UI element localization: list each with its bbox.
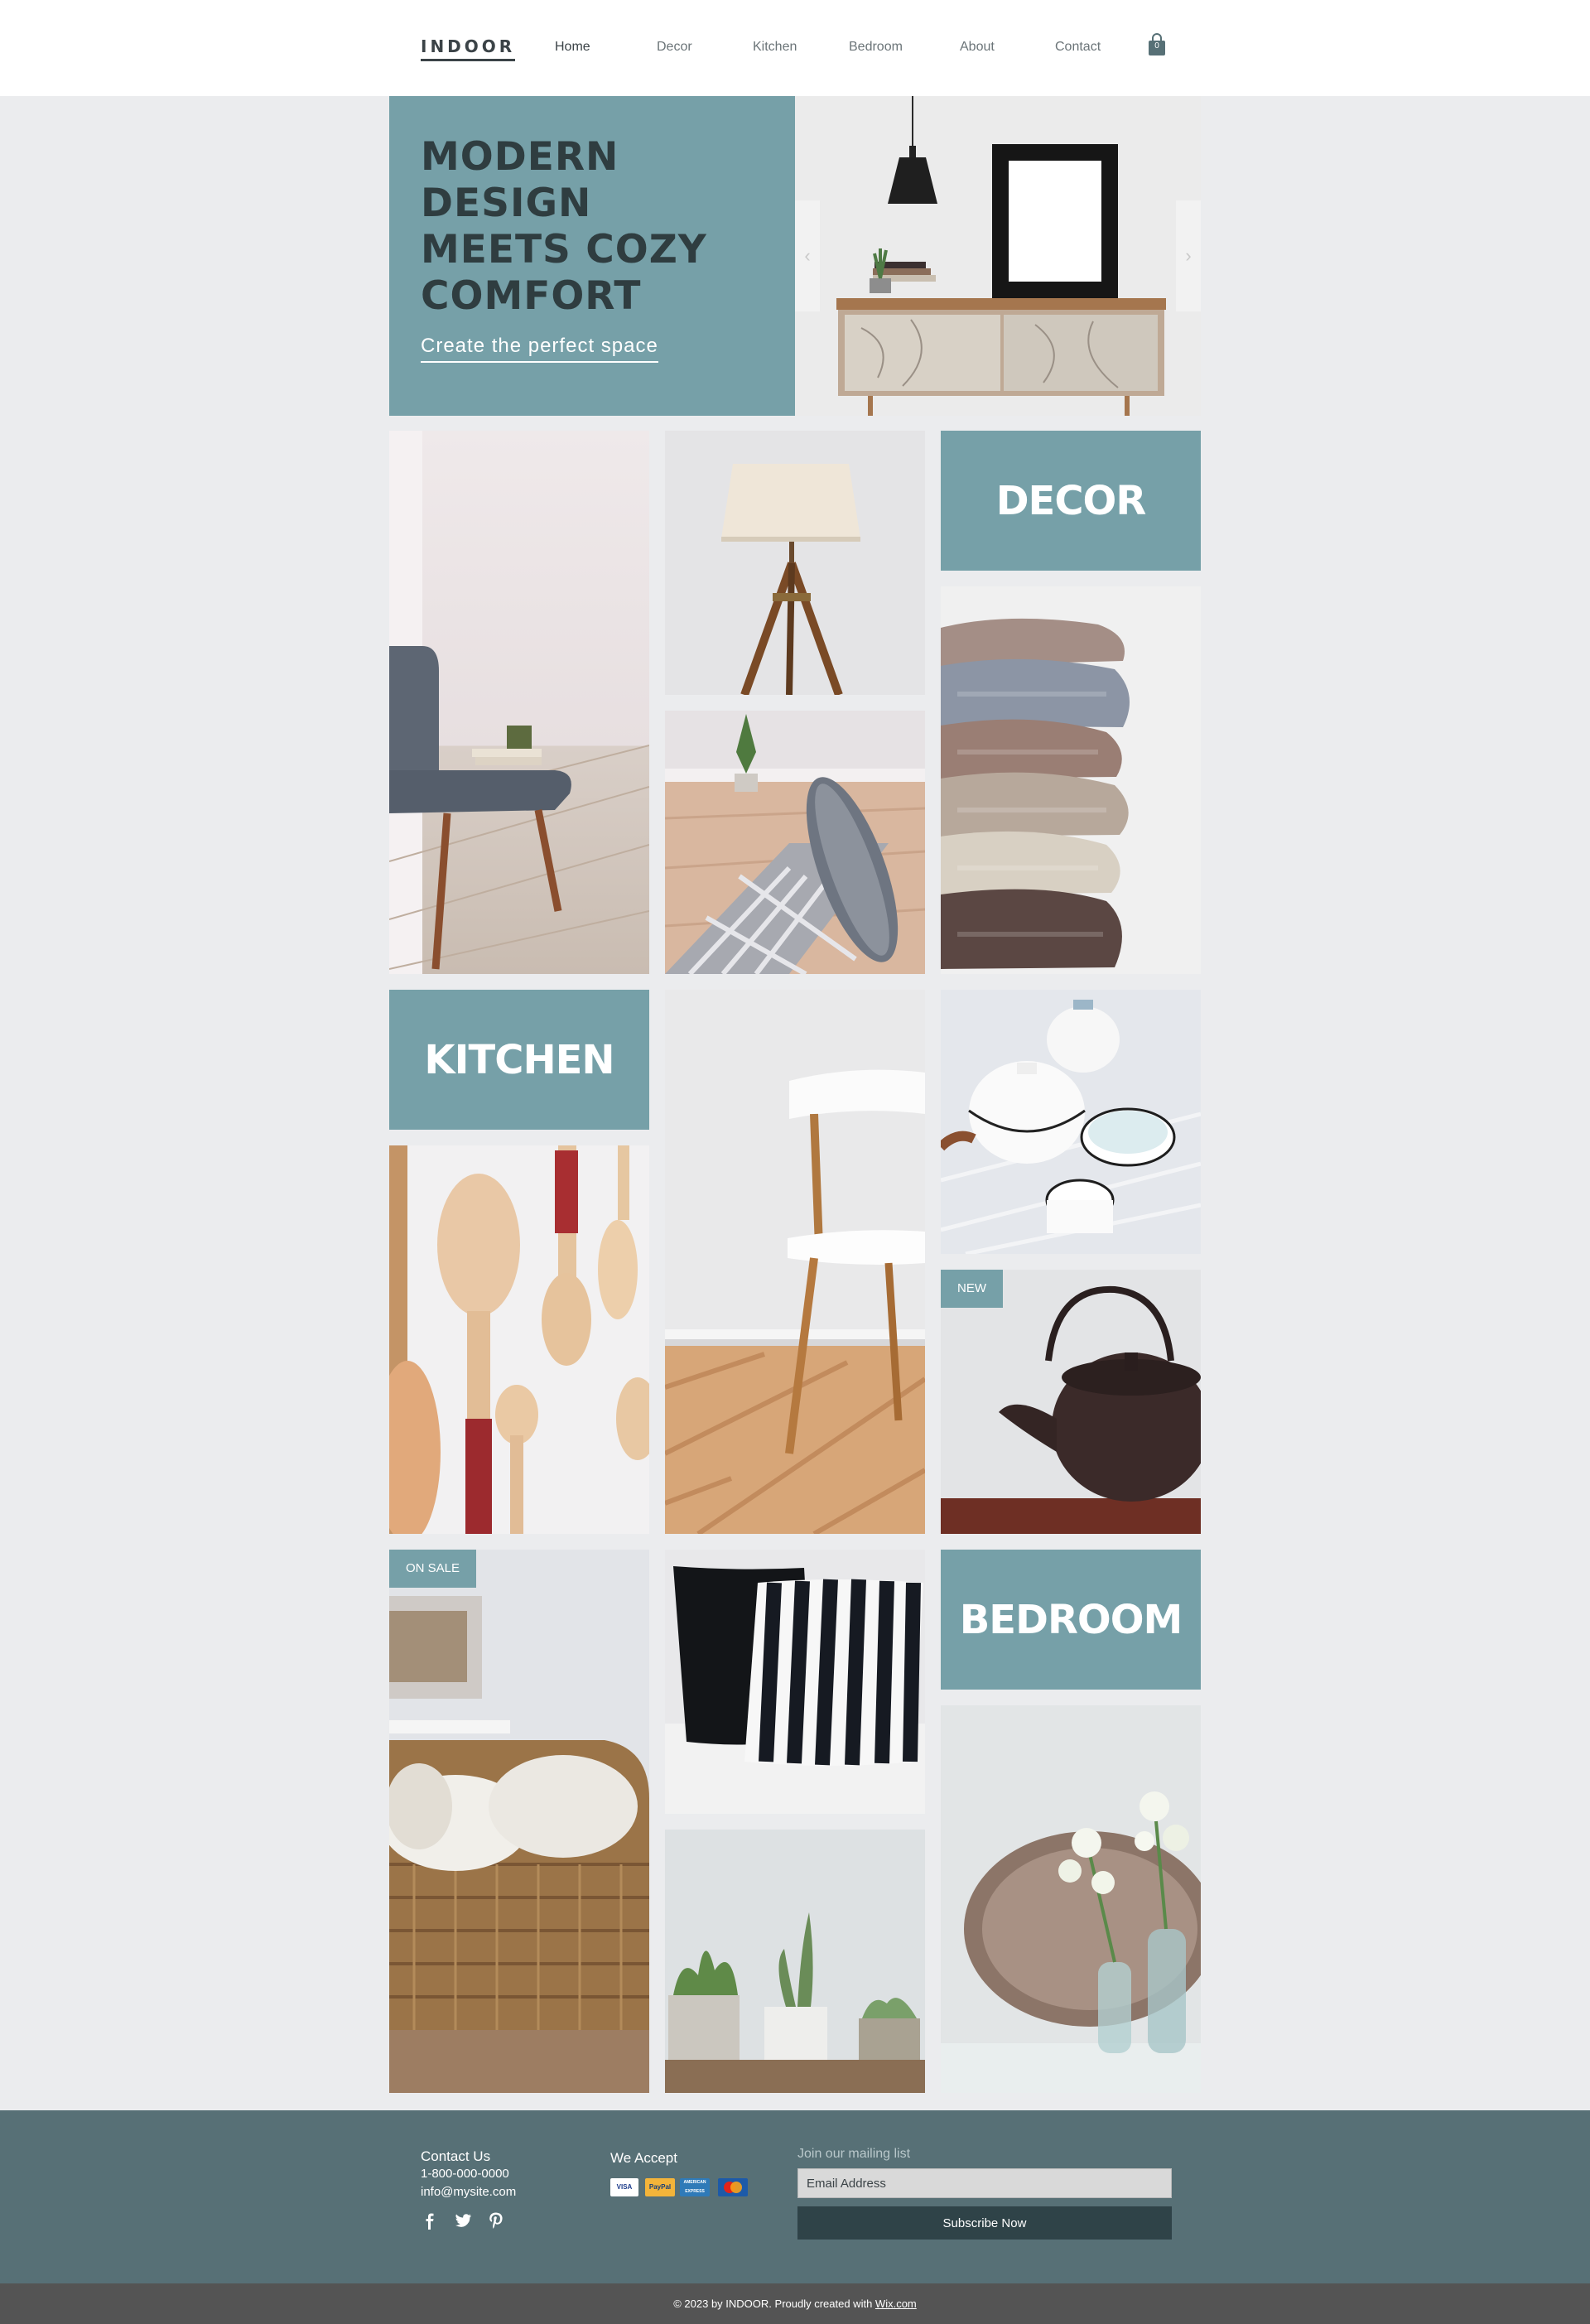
tile-succulents[interactable] [665,1830,925,2093]
slideshow-next-arrow[interactable]: › [1176,200,1201,311]
contact-email-link[interactable]: info@mysite.com [421,2185,516,2199]
subscribe-button[interactable]: Subscribe Now [797,2206,1172,2240]
tile-rolled-rug[interactable] [665,711,925,974]
tile-white-chair[interactable] [665,990,925,1534]
nav-about[interactable]: About [960,40,995,55]
hero-panel: MODERN DESIGN MEETS COZY COMFORT Create … [389,96,795,416]
site-header: INDOOR Home Decor Kitchen Bedroom About … [0,0,1590,96]
wicker-basket-image [389,1550,649,2093]
nav-decor[interactable]: Decor [657,40,692,55]
tile-grey-chair[interactable] [389,431,649,974]
mailing-list-label: Join our mailing list [797,2147,911,2161]
tile-knit-blankets[interactable] [941,586,1201,974]
badge-new: NEW [941,1270,1003,1308]
site-footer: Contact Us 1-800-000-0000 info@mysite.co… [0,2110,1590,2283]
flowers-tray-image [941,1705,1201,2093]
payments-heading: We Accept [610,2150,677,2166]
grey-chair-image [389,431,649,974]
hero-slideshow: ‹ › [795,96,1201,416]
enamel-teapots-image [941,990,1201,1254]
mastercard-icon [718,2178,748,2196]
cart-button[interactable]: 0 [1148,33,1166,56]
tile-wooden-spoons[interactable] [389,1145,649,1534]
nav-contact[interactable]: Contact [1055,40,1101,55]
slideshow-prev-arrow[interactable]: ‹ [795,200,820,311]
tile-wicker-basket[interactable]: ON SALE [389,1550,649,2093]
copyright-bar: © 2023 by INDOOR. Proudly created with W… [0,2283,1590,2324]
wix-link[interactable]: Wix.com [875,2297,917,2310]
amex-card-icon: AMERICAN EXPRESS [680,2178,710,2196]
hero-title: MODERN DESIGN MEETS COZY COMFORT [421,134,707,319]
category-decor-title: DECOR [995,477,1147,524]
category-kitchen-tile[interactable]: KITCHEN [389,990,649,1130]
category-decor-tile[interactable]: DECOR [941,431,1201,571]
cast-iron-teapot-image [941,1270,1201,1534]
email-input[interactable] [797,2168,1172,2198]
nav-bedroom[interactable]: Bedroom [849,40,903,55]
paypal-icon: PayPal [645,2178,675,2196]
badge-on-sale: ON SALE [389,1550,477,1588]
tile-tripod-lamp[interactable] [665,431,925,695]
category-bedroom-title: BEDROOM [959,1596,1183,1643]
nav-kitchen[interactable]: Kitchen [753,40,797,55]
succulents-image [665,1830,925,2093]
tile-enamel-teapots[interactable] [941,990,1201,1254]
tile-flowers-tray[interactable] [941,1705,1201,2093]
rolled-rug-image [665,711,925,974]
pinterest-icon[interactable] [487,2211,505,2230]
facebook-icon[interactable] [421,2211,439,2230]
knit-blankets-image [941,586,1201,974]
cart-count: 0 [1154,41,1159,51]
striped-pillows-image [665,1550,925,1814]
tile-cast-iron-teapot[interactable]: NEW [941,1270,1201,1534]
wooden-spoons-image [389,1145,649,1534]
tripod-lamp-image [665,431,925,695]
category-kitchen-title: KITCHEN [424,1036,614,1083]
hero-cta-link[interactable]: Create the perfect space [421,335,658,363]
visa-card-icon: VISA [610,2178,638,2196]
white-chair-image [665,990,925,1534]
hero-image [795,96,1201,416]
copyright-text: © 2023 by INDOOR. Proudly created with [673,2297,875,2310]
category-bedroom-tile[interactable]: BEDROOM [941,1550,1201,1690]
nav-home[interactable]: Home [555,40,590,55]
tile-striped-pillows[interactable] [665,1550,925,1814]
contact-phone: 1-800-000-0000 [421,2167,509,2181]
site-logo[interactable]: INDOOR [421,36,516,61]
contact-heading: Contact Us [421,2148,491,2164]
twitter-icon[interactable] [454,2211,472,2230]
